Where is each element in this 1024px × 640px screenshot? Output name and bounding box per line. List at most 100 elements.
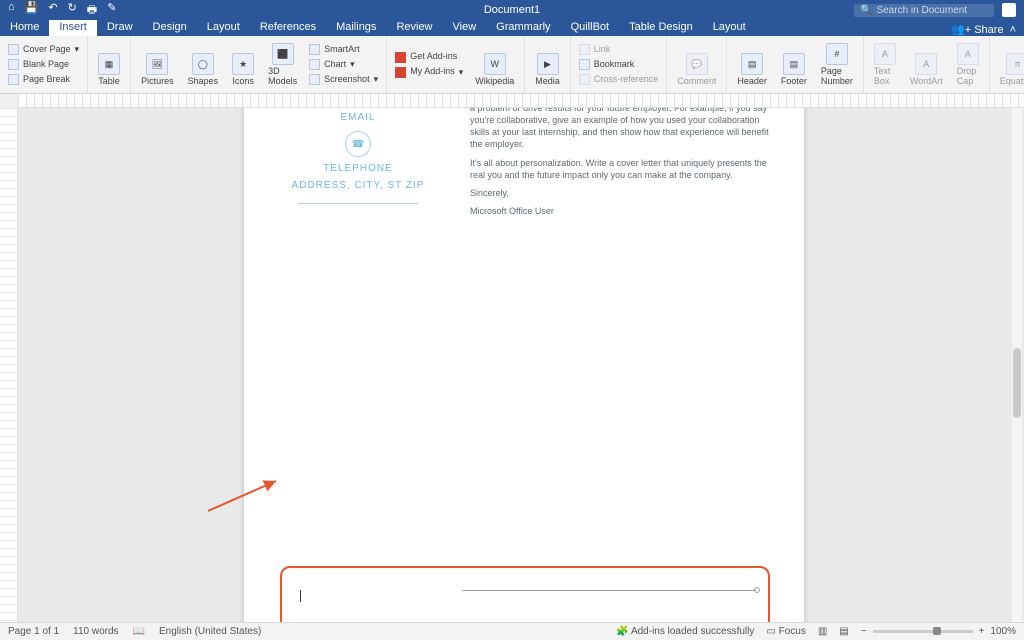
footer-button[interactable]: ▤Footer <box>777 40 811 89</box>
tab-layout2[interactable]: Layout <box>703 20 756 36</box>
shapes-button[interactable]: ◯Shapes <box>184 40 223 89</box>
tab-review[interactable]: Review <box>386 20 442 36</box>
pictures-icon: 🖼 <box>146 53 168 75</box>
icons-icon: ★ <box>232 53 254 75</box>
user-avatar-icon[interactable] <box>1002 3 1016 17</box>
collapse-ribbon-icon[interactable]: ˄ <box>1010 24 1016 36</box>
footer-icon: ▤ <box>783 53 805 75</box>
view-print-icon[interactable]: ▥ <box>818 626 827 637</box>
annotation-arrow <box>204 475 284 520</box>
wordart-icon: A <box>915 53 937 75</box>
media-icon: ▶ <box>537 53 559 75</box>
save-icon[interactable]: 💾 <box>25 1 39 20</box>
spellcheck-icon[interactable]: 📖 <box>133 626 145 637</box>
comment-icon: 💬 <box>686 53 708 75</box>
drop-cap-icon: A <box>957 43 979 65</box>
zoom-in-icon[interactable]: + <box>979 626 985 637</box>
wordart-button[interactable]: AWordArt <box>906 40 947 89</box>
tab-home[interactable]: Home <box>0 20 49 36</box>
page-number-icon: # <box>826 43 848 65</box>
page-number-button[interactable]: #Page Number <box>817 40 857 89</box>
tab-draw[interactable]: Draw <box>97 20 143 36</box>
home-icon[interactable]: ⌂ <box>8 1 15 20</box>
status-page[interactable]: Page 1 of 1 <box>8 626 59 637</box>
horizontal-ruler[interactable] <box>18 94 1024 108</box>
scrollbar-thumb[interactable] <box>1013 348 1021 418</box>
bookmark-icon <box>579 59 590 70</box>
tab-grammarly[interactable]: Grammarly <box>486 20 560 36</box>
header-button[interactable]: ▤Header <box>733 40 771 89</box>
bookmark-button[interactable]: Bookmark <box>577 58 661 71</box>
shapes-icon: ◯ <box>192 53 214 75</box>
table-icon: ▦ <box>98 53 120 75</box>
drop-cap-button[interactable]: ADrop Cap <box>953 40 983 89</box>
cube-icon: ⬛ <box>272 43 294 65</box>
document-title: Document1 <box>484 4 540 16</box>
status-words[interactable]: 110 words <box>73 626 118 637</box>
tab-references[interactable]: References <box>250 20 326 36</box>
screenshot-button[interactable]: Screenshot ▾ <box>307 73 380 86</box>
email-label: EMAIL <box>278 112 438 123</box>
blank-page-icon <box>8 59 19 70</box>
crossref-button[interactable]: Cross-reference <box>577 73 661 86</box>
zoom-value[interactable]: 100% <box>990 626 1016 637</box>
undo-icon[interactable]: ↶ <box>48 1 57 20</box>
tab-layout[interactable]: Layout <box>197 20 250 36</box>
focus-button[interactable]: ▭ Focus <box>766 626 805 637</box>
tab-view[interactable]: View <box>443 20 487 36</box>
status-lang[interactable]: English (United States) <box>159 626 261 637</box>
chart-button[interactable]: Chart ▾ <box>307 58 380 71</box>
wikipedia-button[interactable]: WWikipedia <box>471 40 518 89</box>
redo-icon[interactable]: ↻ <box>68 1 77 20</box>
3d-models-button[interactable]: ⬛3D Models <box>264 40 301 89</box>
edit-icon[interactable]: ✎ <box>107 1 116 20</box>
text-box-button[interactable]: AText Box <box>870 40 900 89</box>
my-addins-button[interactable]: My Add-ins ▾ <box>393 66 465 79</box>
table-button[interactable]: ▦Table <box>94 40 124 89</box>
get-addins-button[interactable]: Get Add-ins <box>393 51 465 64</box>
document-canvas[interactable]: EMAIL ☎ TELEPHONE ADDRESS, CITY, ST ZIP … <box>18 108 1024 622</box>
smartart-button[interactable]: SmartArt <box>307 43 380 56</box>
footer-handle <box>754 587 760 593</box>
comment-button[interactable]: 💬Comment <box>673 40 720 89</box>
addins-icon <box>395 67 406 78</box>
page-break-icon <box>8 74 19 85</box>
tab-design[interactable]: Design <box>143 20 197 36</box>
tab-quillbot[interactable]: QuillBot <box>561 20 620 36</box>
tab-mailings[interactable]: Mailings <box>326 20 386 36</box>
wikipedia-icon: W <box>484 53 506 75</box>
pictures-button[interactable]: 🖼Pictures <box>137 40 178 89</box>
sidebar-contact: EMAIL ☎ TELEPHONE ADDRESS, CITY, ST ZIP <box>278 108 438 216</box>
search-input[interactable] <box>876 5 986 16</box>
print-icon[interactable]: 🖶 <box>87 1 97 20</box>
smartart-icon <box>309 44 320 55</box>
ribbon: Cover Page ▾ Blank Page Page Break ▦Tabl… <box>0 36 1024 94</box>
tab-insert[interactable]: Insert <box>49 20 97 36</box>
equation-button[interactable]: πEquation <box>996 40 1024 89</box>
cover-page-button[interactable]: Cover Page ▾ <box>6 43 81 56</box>
search-box[interactable]: 🔍 <box>854 4 994 17</box>
letter-body[interactable]: a problem or drive results for your futu… <box>470 108 770 223</box>
view-web-icon[interactable]: ▤ <box>839 626 848 637</box>
footer-edit-area[interactable] <box>280 566 770 622</box>
zoom-out-icon[interactable]: − <box>861 626 867 637</box>
vertical-ruler[interactable] <box>0 108 18 622</box>
zoom-slider[interactable] <box>873 630 973 633</box>
share-button[interactable]: 👥+ Share <box>951 23 1004 36</box>
status-addins[interactable]: 🧩 Add-ins loaded successfully <box>616 626 754 637</box>
text-cursor <box>300 590 301 602</box>
vertical-scrollbar[interactable] <box>1012 108 1022 622</box>
tab-tabledesign[interactable]: Table Design <box>619 20 703 36</box>
page: EMAIL ☎ TELEPHONE ADDRESS, CITY, ST ZIP … <box>244 108 804 622</box>
phone-icon: ☎ <box>345 131 371 157</box>
search-icon: 🔍 <box>860 5 872 16</box>
blank-page-button[interactable]: Blank Page <box>6 58 81 71</box>
page-break-button[interactable]: Page Break <box>6 73 81 86</box>
media-button[interactable]: ▶Media <box>531 40 564 89</box>
zoom-control[interactable]: − + 100% <box>861 626 1016 637</box>
zoom-thumb[interactable] <box>933 627 941 635</box>
titlebar: ⌂ 💾 ↶ ↻ 🖶 ✎ Document1 🔍 <box>0 0 1024 20</box>
link-button[interactable]: Link <box>577 43 661 56</box>
ribbon-tabs: Home Insert Draw Design Layout Reference… <box>0 20 1024 36</box>
icons-button[interactable]: ★Icons <box>228 40 258 89</box>
